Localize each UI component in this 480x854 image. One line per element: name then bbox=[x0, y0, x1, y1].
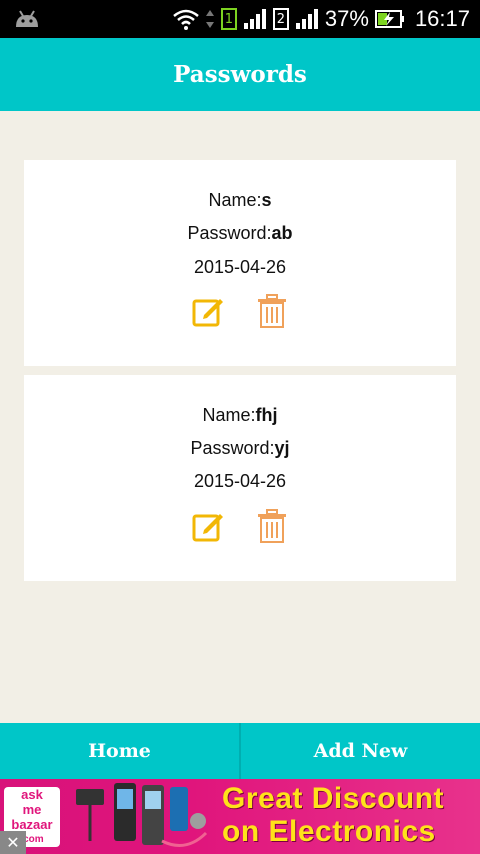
edit-icon[interactable] bbox=[191, 509, 225, 543]
name-value: s bbox=[261, 190, 272, 210]
trash-icon[interactable] bbox=[255, 294, 289, 328]
date-text: 2015-04-26 bbox=[193, 257, 287, 277]
android-icon bbox=[16, 10, 38, 27]
clock: 16:17 bbox=[414, 6, 470, 31]
data-arrows-icon bbox=[205, 10, 214, 28]
close-icon[interactable]: ✕ bbox=[0, 831, 26, 854]
password-label: Password: bbox=[187, 223, 272, 243]
password-row: Password:ab bbox=[24, 223, 456, 244]
name-value: fhj bbox=[255, 405, 278, 425]
ad-headline-2: on Electronics bbox=[222, 815, 436, 848]
wifi-icon bbox=[173, 9, 199, 30]
date-text: 2015-04-26 bbox=[193, 471, 287, 491]
electronics-products-image bbox=[76, 783, 208, 847]
sim2-icon: 2 bbox=[272, 8, 289, 30]
signal-strength-icon-2 bbox=[295, 9, 318, 29]
home-button[interactable]: Home bbox=[0, 723, 239, 779]
password-card: Name:fhj Password:yj 2015-04-26 bbox=[24, 375, 456, 581]
logo-line-3: bazaar bbox=[11, 817, 53, 832]
logo-line-2: me bbox=[22, 802, 42, 817]
ad-headline-1: Great Discount bbox=[222, 782, 445, 815]
status-bar: 1 2 37% 16:17 bbox=[0, 0, 480, 38]
password-card: Name:s Password:ab 2015-04-26 bbox=[24, 160, 456, 366]
battery-charging-icon bbox=[374, 10, 404, 28]
name-label: Name: bbox=[208, 190, 262, 210]
name-label: Name: bbox=[202, 405, 256, 425]
edit-icon[interactable] bbox=[191, 294, 225, 328]
name-row: Name:fhj bbox=[24, 405, 456, 426]
sim1-icon: 1 bbox=[220, 8, 237, 30]
password-value: yj bbox=[274, 438, 290, 458]
name-row: Name:s bbox=[24, 190, 456, 211]
bottom-nav: Home Add New bbox=[0, 723, 480, 779]
ad-banner[interactable]: ask me bazaar .com Great Discount on Ele… bbox=[0, 779, 480, 854]
add-new-button[interactable]: Add New bbox=[241, 723, 480, 779]
logo-line-1: ask bbox=[21, 787, 43, 802]
card-actions bbox=[24, 509, 456, 543]
trash-icon[interactable] bbox=[255, 509, 289, 543]
app-header: Passwords bbox=[0, 38, 480, 111]
battery-percent: 37% bbox=[324, 6, 369, 31]
password-value: ab bbox=[271, 223, 293, 243]
card-actions bbox=[24, 294, 456, 328]
page-title: Passwords bbox=[173, 61, 307, 88]
password-label: Password: bbox=[190, 438, 275, 458]
password-row: Password:yj bbox=[24, 438, 456, 459]
signal-strength-icon bbox=[243, 9, 266, 29]
